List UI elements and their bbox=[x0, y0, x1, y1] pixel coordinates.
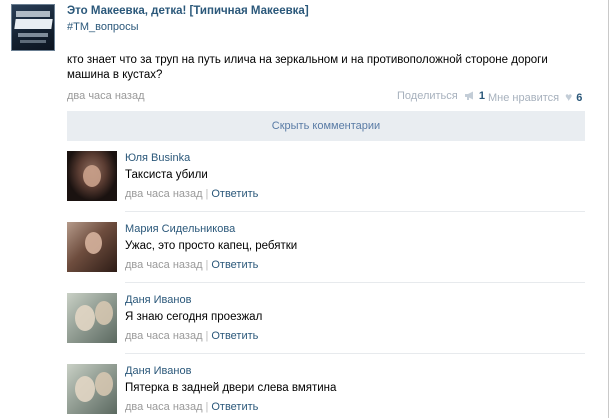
share-label: Поделиться bbox=[397, 90, 458, 102]
comment-divider bbox=[125, 211, 585, 212]
comment-divider bbox=[125, 353, 585, 354]
avatar-face bbox=[95, 301, 113, 325]
meta-separator: | bbox=[205, 188, 209, 200]
group-avatar[interactable] bbox=[11, 4, 55, 51]
commenter-avatar[interactable] bbox=[67, 151, 117, 201]
group-name-link[interactable]: Это Макеевка, детка! [Типичная Макеевка] bbox=[67, 5, 309, 17]
commenter-avatar[interactable] bbox=[67, 364, 117, 414]
comment-meta: два часа назад | Ответить bbox=[125, 401, 258, 413]
commenter-avatar[interactable] bbox=[67, 222, 117, 272]
avatar-face bbox=[83, 165, 101, 187]
comment-author[interactable]: Даня Иванов bbox=[125, 365, 191, 377]
logo-wordmark bbox=[14, 19, 53, 29]
comment-divider bbox=[125, 282, 585, 283]
meta-separator: | bbox=[205, 330, 209, 342]
comment-time[interactable]: два часа назад bbox=[125, 401, 202, 413]
reply-link[interactable]: Ответить bbox=[211, 259, 258, 271]
comment-meta: два часа назад | Ответить bbox=[125, 188, 258, 200]
like-label: Мне нравится bbox=[488, 92, 560, 104]
share-count: 1 bbox=[478, 90, 485, 102]
logo-stripe bbox=[16, 11, 50, 17]
like-count: 6 bbox=[576, 92, 583, 104]
comment-item: Даня Иванов Я знаю сегодня проезжал два … bbox=[67, 293, 585, 355]
comment-text: Я знаю сегодня проезжал bbox=[125, 311, 263, 323]
commenter-avatar[interactable] bbox=[67, 293, 117, 343]
comment-text: Ужас, это просто капец, ребятки bbox=[125, 240, 298, 252]
reply-link[interactable]: Ответить bbox=[211, 188, 258, 200]
hide-comments-button[interactable]: Скрыть комментарии bbox=[67, 111, 585, 141]
comment-time[interactable]: два часа назад bbox=[125, 188, 202, 200]
comment-text: Пятерка в задней двери слева вмятина bbox=[125, 382, 337, 394]
comment-meta: два часа назад | Ответить bbox=[125, 330, 258, 342]
comment-author[interactable]: Даня Иванов bbox=[125, 294, 191, 306]
comment-item: Юля Businka Таксиста убили два часа наза… bbox=[67, 151, 585, 213]
avatar-face bbox=[95, 372, 113, 396]
logo-stripe bbox=[20, 40, 46, 43]
comment-meta: два часа назад | Ответить bbox=[125, 259, 258, 271]
avatar-face bbox=[85, 232, 102, 254]
comment-author[interactable]: Юля Businka bbox=[125, 152, 190, 164]
comment-item: Мария Сидельникова Ужас, это просто капе… bbox=[67, 222, 585, 284]
reply-link[interactable]: Ответить bbox=[211, 401, 258, 413]
comment-time[interactable]: два часа назад bbox=[125, 259, 202, 271]
hashtag-link[interactable]: #TM_вопросы bbox=[67, 21, 139, 33]
meta-separator: | bbox=[205, 401, 209, 413]
comment-text: Таксиста убили bbox=[125, 169, 208, 181]
comment-time[interactable]: два часа назад bbox=[125, 330, 202, 342]
logo-stripe bbox=[18, 33, 48, 37]
meta-separator: | bbox=[205, 259, 209, 271]
like-button[interactable]: Мне нравится ♥ 6 bbox=[488, 90, 582, 104]
post-meta: два часа назад Поделиться 1 Мне нравится… bbox=[67, 90, 582, 105]
page-edge-border bbox=[608, 0, 609, 418]
avatar-face bbox=[75, 376, 95, 402]
post-text: кто знает что за труп на путь илича на з… bbox=[67, 54, 548, 81]
post-time[interactable]: два часа назад bbox=[67, 90, 144, 102]
comment-item: Даня Иванов Пятерка в задней двери слева… bbox=[67, 364, 585, 418]
heart-icon: ♥ bbox=[565, 90, 573, 104]
share-button[interactable]: Поделиться 1 bbox=[397, 90, 485, 102]
avatar-face bbox=[75, 305, 95, 331]
megaphone-icon bbox=[464, 91, 473, 100]
reply-link[interactable]: Ответить bbox=[211, 330, 258, 342]
comment-author[interactable]: Мария Сидельникова bbox=[125, 223, 235, 235]
